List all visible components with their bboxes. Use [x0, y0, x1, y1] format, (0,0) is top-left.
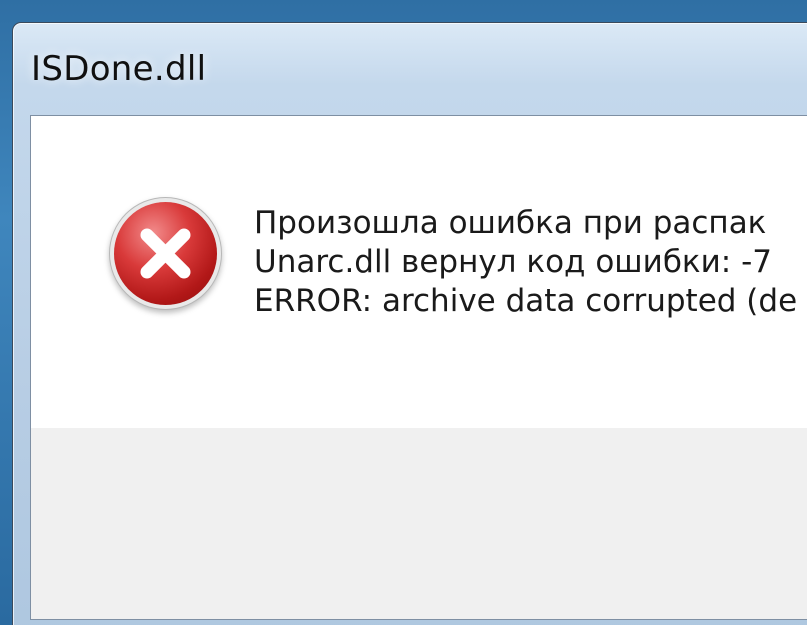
button-strip: [31, 428, 807, 619]
message-line-3: ERROR: archive data corrupted (de: [254, 283, 798, 319]
message-line-2: Unarc.dll вернул код ошибки: -7: [254, 244, 773, 280]
message-line-1: Произошла ошибка при распак: [254, 205, 767, 241]
error-icon: [114, 202, 217, 305]
dialog-client-area: Произошла ошибка при распак Unarc.dll ве…: [30, 115, 807, 620]
title-bar[interactable]: ISDone.dll: [13, 23, 807, 115]
error-message: Произошла ошибка при распак Unarc.dll ве…: [254, 204, 797, 321]
message-area: Произошла ошибка при распак Unarc.dll ве…: [31, 116, 807, 428]
dialog-window: ISDone.dll Произошла ошибка при распак U…: [12, 22, 807, 625]
window-title: ISDone.dll: [31, 49, 207, 89]
